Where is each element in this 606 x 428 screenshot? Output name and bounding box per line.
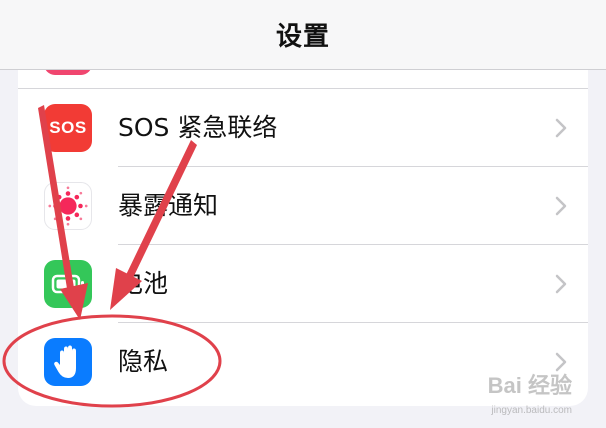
partial-row-icon xyxy=(44,70,92,75)
chevron-right-icon xyxy=(555,274,567,294)
chevron-right-icon xyxy=(555,196,567,216)
settings-list: SOS SOS 紧急联络 暴露通知 电池 隐私 xyxy=(18,70,588,406)
settings-row-battery[interactable]: 电池 xyxy=(18,245,588,323)
page-title: 设置 xyxy=(275,22,330,52)
settings-row-label: 隐私 xyxy=(118,347,169,376)
settings-row-label: 电池 xyxy=(118,269,169,298)
battery-icon xyxy=(44,260,92,308)
settings-row-label: SOS 紧急联络 xyxy=(118,113,278,142)
settings-row-label: 暴露通知 xyxy=(118,191,219,220)
chevron-right-icon xyxy=(555,118,567,138)
watermark-logo: Bai 经验 xyxy=(487,373,572,398)
privacy-hand-icon xyxy=(44,338,92,386)
settings-row-exposure-notification[interactable]: 暴露通知 xyxy=(18,167,588,245)
navigation-bar: 设置 xyxy=(0,0,606,70)
sos-icon: SOS xyxy=(44,104,92,152)
watermark-url: jingyan.baidu.com xyxy=(491,405,572,416)
settings-row-sos[interactable]: SOS SOS 紧急联络 xyxy=(18,89,588,167)
exposure-notification-icon xyxy=(44,182,92,230)
